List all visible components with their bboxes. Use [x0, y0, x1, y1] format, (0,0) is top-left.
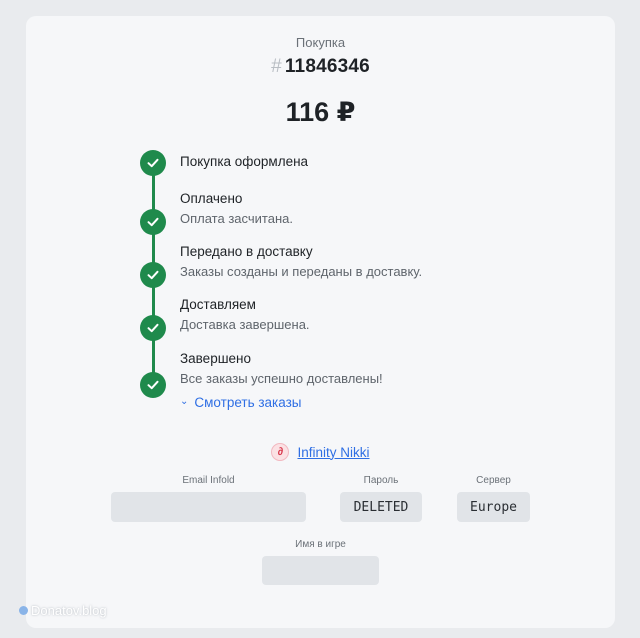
- check-icon: [140, 262, 166, 288]
- watermark-text: Donatov.blog: [31, 603, 107, 618]
- watermark: Donatov.blog: [19, 603, 107, 618]
- game-link[interactable]: Infinity Nikki: [297, 445, 369, 460]
- check-icon: [140, 372, 166, 398]
- order-number-value: 11846346: [284, 56, 370, 77]
- step-subtitle: Доставка завершена.: [180, 317, 310, 332]
- step-title: Доставляем: [180, 297, 256, 312]
- step-subtitle: Оплата засчитана.: [180, 211, 293, 226]
- password-field: DELETED: [340, 492, 422, 522]
- order-number: #11846346: [26, 56, 615, 78]
- step-subtitle: Все заказы успешно доставлены!: [180, 371, 383, 386]
- status-timeline: Покупка оформлена Оплачено Оплата засчит…: [140, 146, 580, 416]
- order-card: Покупка #11846346 116 ₽ Покупка оформлен…: [26, 16, 615, 628]
- email-label: Email Infold: [182, 475, 235, 486]
- ingame-name-label: Имя в игре: [295, 539, 346, 550]
- password-label: Пароль: [363, 475, 399, 486]
- check-icon: [140, 150, 166, 176]
- step-title: Оплачено: [180, 191, 243, 206]
- ingame-name-field: [262, 556, 379, 585]
- check-icon: [140, 315, 166, 341]
- purchase-label: Покупка: [295, 35, 346, 50]
- view-orders-label: Смотреть заказы: [194, 395, 302, 410]
- server-label: Сервер: [476, 475, 511, 486]
- hash-symbol: #: [271, 56, 282, 77]
- step-title: Передано в доставку: [180, 244, 313, 259]
- game-logo-icon: ∂: [271, 443, 290, 461]
- email-field: [111, 492, 306, 522]
- order-price: 116 ₽: [285, 97, 356, 127]
- step-title: Завершено: [180, 351, 252, 366]
- server-field: Europe: [457, 492, 530, 522]
- game-row: ∂ Infinity Nikki: [26, 443, 615, 461]
- watermark-dot-icon: [19, 606, 28, 615]
- view-orders-link[interactable]: ⌄ Смотреть заказы: [180, 395, 302, 410]
- chevron-down-icon: ⌄: [180, 396, 189, 407]
- check-icon: [140, 209, 166, 235]
- step-subtitle: Заказы созданы и переданы в доставку.: [180, 264, 423, 279]
- step-title: Покупка оформлена: [180, 154, 309, 169]
